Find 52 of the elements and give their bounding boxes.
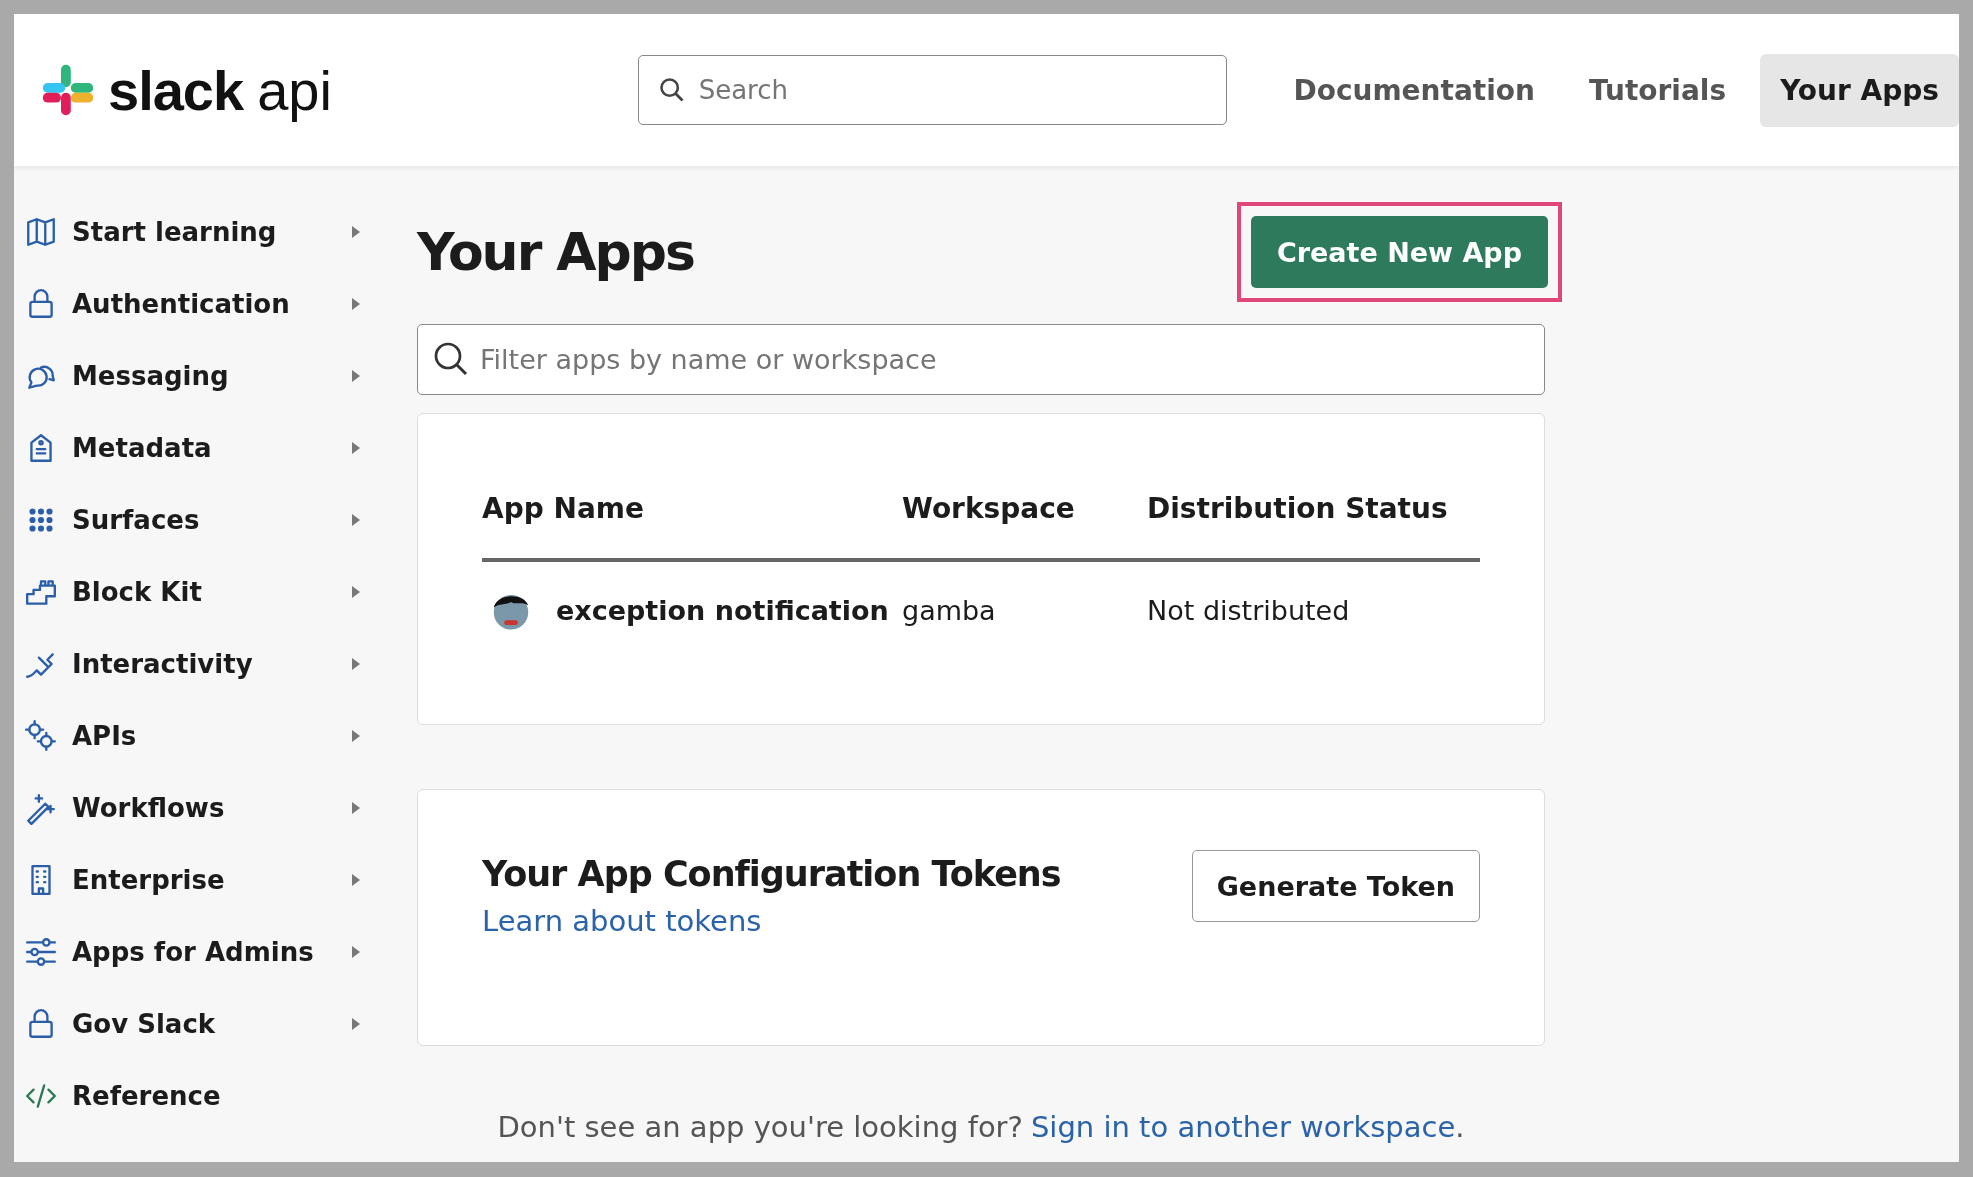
- generate-token-button[interactable]: Generate Token: [1191, 850, 1480, 922]
- footer-period: .: [1455, 1110, 1465, 1144]
- nav-link[interactable]: Tutorials: [1569, 53, 1747, 127]
- sidebar-item[interactable]: Apps for Admins: [14, 916, 389, 988]
- expand-arrow-icon: [351, 297, 361, 311]
- wand-icon: [24, 791, 58, 825]
- logo-wordmark: slack: [108, 57, 244, 123]
- sidebar-item[interactable]: APIs: [14, 700, 389, 772]
- filter-field[interactable]: Filter apps by name or workspace: [417, 324, 1545, 395]
- search-icon: [657, 76, 686, 104]
- sidebar-item[interactable]: Workflows: [14, 772, 389, 844]
- expand-arrow-icon: [351, 729, 361, 743]
- map-icon: [24, 215, 58, 249]
- sidebar-item[interactable]: Metadata: [14, 412, 389, 484]
- expand-arrow-icon: [351, 657, 361, 671]
- expand-arrow-icon: [351, 585, 361, 599]
- table-cell: Not distributed: [1147, 594, 1350, 626]
- sidebar-item[interactable]: Enterprise: [14, 844, 389, 916]
- table-cell-text: gamba: [902, 594, 997, 626]
- expand-arrow-icon: [351, 801, 361, 815]
- footer-text: Don't see an app you're looking for?: [497, 1110, 1023, 1144]
- expand-arrow-icon: [351, 945, 361, 959]
- nav-link[interactable]: Your Apps: [1760, 53, 1959, 127]
- sidebar-item[interactable]: Interactivity: [14, 628, 389, 700]
- sliders-icon: [24, 935, 58, 969]
- expand-arrow-icon: [351, 369, 361, 383]
- sidebar-item[interactable]: Block Kit: [14, 556, 389, 628]
- sign-in-link[interactable]: Sign in to another workspace: [1030, 1110, 1456, 1144]
- column-header: Distribution Status: [1147, 492, 1448, 525]
- expand-arrow-icon: [351, 873, 361, 887]
- logo-suffix: api: [257, 57, 332, 123]
- page-title: Your Apps: [417, 222, 694, 282]
- sidebar-item[interactable]: Reference: [14, 1060, 389, 1132]
- sidebar-item[interactable]: Gov Slack: [14, 988, 389, 1060]
- search-icon: [433, 341, 469, 377]
- nav-link[interactable]: Documentation: [1273, 53, 1555, 127]
- column-header: App Name: [482, 492, 645, 525]
- create-app-button[interactable]: Create New App: [1250, 216, 1548, 288]
- expand-arrow-icon: [351, 441, 361, 455]
- sidebar-item[interactable]: Authentication: [14, 268, 389, 340]
- expand-arrow-icon: [351, 1017, 361, 1031]
- sidebar-item[interactable]: Messaging: [14, 340, 389, 412]
- section-title: Your App Configuration Tokens: [482, 854, 1061, 894]
- app-name-link[interactable]: exception notification: [556, 594, 889, 626]
- learn-link[interactable]: Learn about tokens: [482, 904, 762, 938]
- expand-arrow-icon: [351, 513, 361, 527]
- column-header: Workspace: [902, 492, 1076, 525]
- sidebar-item[interactable]: Surfaces: [14, 484, 389, 556]
- expand-arrow-icon: [351, 225, 361, 239]
- sidebar-item[interactable]: Start learning: [14, 196, 389, 268]
- search-field[interactable]: Search: [637, 55, 1228, 125]
- slack-logo-icon: [40, 62, 96, 118]
